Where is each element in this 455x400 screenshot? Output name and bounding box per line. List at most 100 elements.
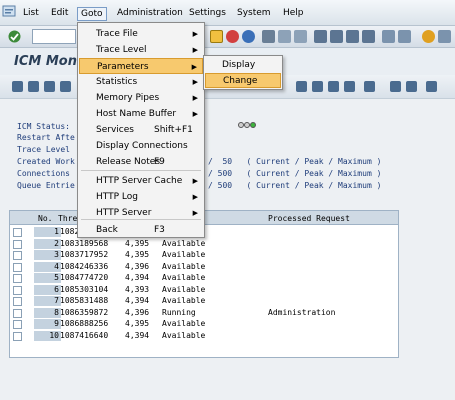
thread-id-cell: 1083189568 (60, 238, 109, 248)
table-row[interactable]: 5 1084774720 4,394 Available (10, 273, 398, 284)
table-row[interactable]: 2 1083189568 4,395 Available (10, 238, 398, 250)
last-page-icon[interactable] (362, 30, 375, 43)
menu-separator (81, 219, 201, 220)
menu-administration[interactable]: Administration (114, 7, 186, 19)
table-row[interactable]: 4 1084246336 4,396 Available (10, 261, 398, 273)
row-checkbox[interactable] (13, 331, 22, 341)
col-no-header[interactable]: No. (38, 214, 52, 223)
new-session-icon[interactable] (382, 30, 395, 43)
table-row[interactable]: 8 1086359872 4,396 Running Administration (10, 307, 398, 319)
menu-item-label: Services (96, 125, 134, 135)
menu-item-http-log[interactable]: HTTP Log ▶ (79, 189, 203, 205)
row-number: 4 (34, 261, 61, 272)
menu-item-release-notes[interactable]: Release Notes F9 (79, 154, 203, 170)
menu-item-trace-file[interactable]: Trace File ▶ (79, 26, 203, 42)
submenu-arrow-icon: ▶ (192, 110, 198, 118)
save-icon[interactable] (210, 30, 223, 43)
window-menu-icon[interactable] (2, 4, 16, 18)
submenu-arrow-icon: ▶ (192, 78, 198, 86)
menu-item-label: Trace File (96, 29, 138, 39)
menu-item-trace-level[interactable]: Trace Level ▶ (79, 42, 203, 58)
sum-icon[interactable] (344, 81, 355, 92)
help-icon[interactable] (422, 30, 435, 43)
table-row[interactable]: 3 1083717952 4,395 Available (10, 250, 398, 261)
col-thread-header[interactable]: Thre (58, 214, 77, 223)
menu-settings[interactable]: Settings (186, 7, 229, 19)
table-row[interactable]: 6 1085303104 4,393 Available (10, 284, 398, 296)
row-number: 2 (34, 238, 61, 249)
menu-item-back[interactable]: Back F3 (79, 222, 203, 238)
submenu-item-change[interactable]: Change (205, 73, 281, 88)
menu-item-host-name-buffer[interactable]: Host Name Buffer ▶ (79, 106, 203, 122)
menu-item-label: Release Notes (96, 157, 161, 167)
row-number: 3 (34, 250, 61, 260)
find-next-icon[interactable] (294, 30, 307, 43)
row-checkbox[interactable] (13, 320, 22, 329)
submenu-item-display[interactable]: Display (205, 58, 281, 73)
graphic-icon[interactable] (426, 81, 437, 92)
queue-entries-values: / 500 ( Current / Peak / Maximum ) (208, 181, 382, 190)
filter-icon[interactable] (328, 81, 339, 92)
next-page-icon[interactable] (346, 30, 359, 43)
previous-page-icon[interactable] (330, 30, 343, 43)
row-checkbox[interactable] (13, 251, 22, 260)
details-icon[interactable] (28, 81, 39, 92)
sort-descending-icon[interactable] (312, 81, 323, 92)
col-processed-header[interactable]: Processed Request (268, 214, 350, 223)
menu-list[interactable]: List (20, 7, 42, 19)
print-icon[interactable] (262, 30, 275, 43)
shortcut-icon[interactable] (398, 30, 411, 43)
menu-item-http-server-cache[interactable]: HTTP Server Cache ▶ (79, 173, 203, 189)
submenu-arrow-icon: ▶ (192, 177, 198, 185)
row-checkbox[interactable] (13, 239, 22, 249)
menu-item-label: Host Name Buffer (96, 109, 177, 119)
process-id-cell: 4,394 (125, 296, 150, 305)
process-id-cell: 4,394 (125, 273, 150, 282)
enter-icon[interactable] (8, 30, 21, 43)
menu-system[interactable]: System (234, 7, 274, 19)
menu-edit[interactable]: Edit (48, 7, 71, 19)
row-number: 9 (34, 319, 61, 329)
toolbar-icon[interactable] (60, 81, 71, 92)
row-checkbox[interactable] (13, 228, 22, 237)
process-id-cell: 4,396 (125, 261, 150, 271)
menu-item-parameters[interactable]: Parameters ▶ (79, 58, 203, 74)
queue-entries-label: Queue Entrie (17, 181, 75, 190)
menu-item-services[interactable]: Services Shift+F1 (79, 122, 203, 138)
standard-toolbar (0, 26, 455, 48)
select-icon[interactable] (44, 81, 55, 92)
connections-label: Connections (17, 169, 70, 178)
menu-help[interactable]: Help (280, 7, 307, 19)
status-cell: Available (162, 296, 206, 305)
row-checkbox[interactable] (13, 285, 22, 295)
menu-item-label: Back (96, 225, 118, 235)
menu-item-shortcut: Shift+F1 (154, 125, 193, 135)
find-icon[interactable] (278, 30, 291, 43)
menu-item-display-connections[interactable]: Display Connections (79, 138, 203, 154)
refresh-icon[interactable] (12, 81, 23, 92)
sort-ascending-icon[interactable] (296, 81, 307, 92)
process-id-cell: 4,393 (125, 284, 150, 294)
row-checkbox[interactable] (13, 274, 22, 283)
thread-id-cell: 1086888256 (60, 319, 109, 328)
exit-icon[interactable] (226, 30, 239, 43)
restart-label: Restart Afte (17, 133, 75, 142)
layout-icon[interactable] (406, 81, 417, 92)
row-checkbox[interactable] (13, 308, 22, 318)
export-icon[interactable] (390, 81, 401, 92)
print-preview-icon[interactable] (364, 81, 375, 92)
first-page-icon[interactable] (314, 30, 327, 43)
layout-menu-icon[interactable] (438, 30, 451, 43)
menu-goto[interactable]: Goto (77, 7, 107, 21)
row-checkbox[interactable] (13, 297, 22, 306)
table-row[interactable]: 9 1086888256 4,395 Available (10, 319, 398, 330)
menu-item-statistics[interactable]: Statistics ▶ (79, 74, 203, 90)
table-row[interactable]: 7 1085831488 4,394 Available (10, 296, 398, 307)
menu-item-memory-pipes[interactable]: Memory Pipes ▶ (79, 90, 203, 106)
menu-item-label: Statistics (96, 77, 138, 87)
table-row[interactable]: 10 1087416640 4,394 Available (10, 330, 398, 342)
command-field[interactable] (32, 29, 76, 44)
submenu-arrow-icon: ▶ (192, 30, 198, 38)
row-checkbox[interactable] (13, 262, 22, 272)
cancel-icon[interactable] (242, 30, 255, 43)
